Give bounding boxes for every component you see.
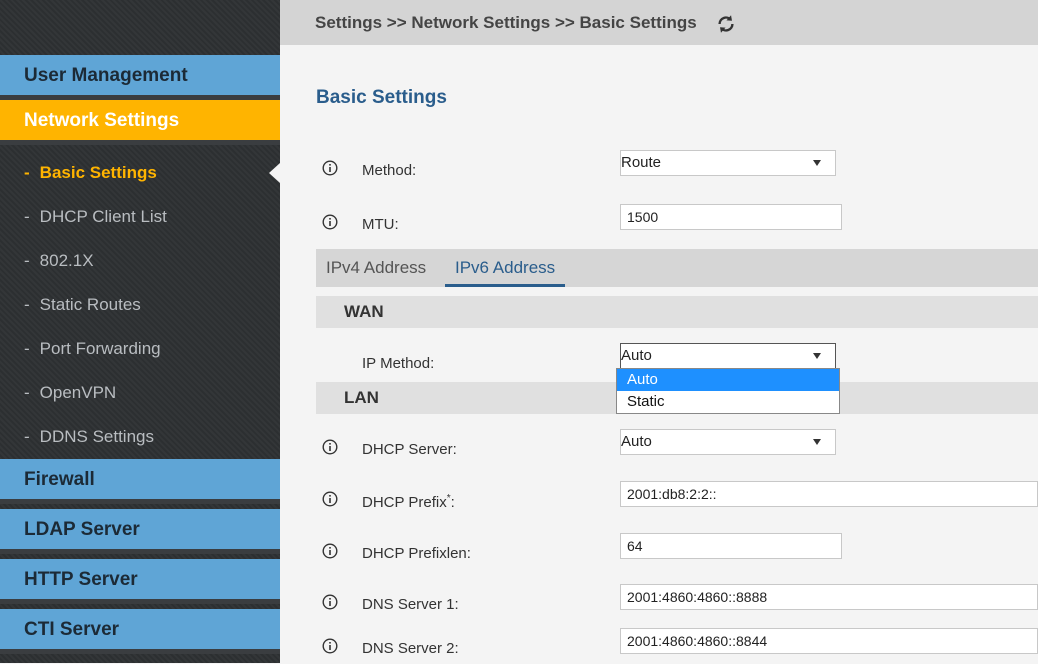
sidebar-item-http-server[interactable]: HTTP Server (0, 559, 280, 604)
ip-method-select[interactable]: Auto (620, 343, 836, 369)
dns-server-2-label: DNS Server 2: (362, 640, 459, 657)
dns-server-1-input[interactable] (620, 584, 1038, 610)
chevron-down-icon (813, 439, 821, 445)
sidebar: User Management Network Settings - Basic … (0, 0, 280, 663)
dhcp-server-value: Auto (621, 433, 652, 450)
sidebar-subitem-label: DDNS Settings (39, 427, 154, 446)
dhcp-prefixlen-input[interactable] (620, 533, 842, 559)
dns-server-1-label: DNS Server 1: (362, 596, 459, 613)
dash: - (24, 251, 30, 270)
dash: - (24, 295, 30, 314)
sidebar-subitem-openvpn[interactable]: - OpenVPN (0, 371, 280, 415)
info-icon[interactable] (322, 160, 338, 176)
chevron-down-icon (813, 160, 821, 166)
sidebar-subitem-label: Basic Settings (39, 163, 157, 182)
sidebar-subitem-ddns-settings[interactable]: - DDNS Settings (0, 415, 280, 459)
dhcp-prefix-input[interactable] (620, 481, 1038, 507)
dash: - (24, 427, 30, 446)
mtu-label: MTU: (362, 216, 399, 233)
tab-ipv4-address[interactable]: IPv4 Address (316, 249, 436, 287)
sidebar-subitem-static-routes[interactable]: - Static Routes (0, 283, 280, 327)
dhcp-prefixlen-row: DHCP Prefixlen: (280, 533, 1038, 569)
dash: - (24, 383, 30, 402)
sidebar-subitem-label: OpenVPN (39, 383, 117, 402)
info-icon[interactable] (322, 594, 338, 610)
sidebar-subitem-label: DHCP Client List (39, 207, 167, 226)
sidebar-subitem-label: Port Forwarding (39, 339, 161, 358)
dhcp-server-select[interactable]: Auto (620, 429, 836, 455)
info-icon[interactable] (322, 491, 338, 507)
dhcp-server-row: DHCP Server: Auto (280, 429, 1038, 465)
dhcp-server-label: DHCP Server: (362, 441, 457, 458)
dash: - (24, 207, 30, 226)
refresh-icon[interactable] (715, 13, 737, 35)
sidebar-subitem-label: 802.1X (39, 251, 94, 270)
dhcp-prefix-label: DHCP Prefix*: (362, 493, 455, 511)
dhcp-prefix-label-text: DHCP Prefix (362, 494, 447, 511)
address-tabs: IPv4 Address IPv6 Address (316, 249, 1038, 287)
method-row: Method: Route (280, 150, 1038, 186)
dash: - (24, 163, 30, 182)
tab-ipv6-address[interactable]: IPv6 Address (445, 249, 566, 287)
sidebar-item-cti-server[interactable]: CTI Server (0, 609, 280, 654)
sidebar-subitem-label: Static Routes (39, 295, 141, 314)
page-title: Basic Settings (316, 87, 447, 108)
info-icon[interactable] (322, 214, 338, 230)
dns-server-2-row: DNS Server 2: (280, 628, 1038, 664)
method-select[interactable]: Route (620, 150, 836, 176)
sidebar-subitem-port-forwarding[interactable]: - Port Forwarding (0, 327, 280, 371)
label-colon: : (450, 494, 455, 511)
dropdown-option-static[interactable]: Static (617, 391, 839, 413)
breadcrumb: Settings >> Network Settings >> Basic Se… (315, 13, 697, 32)
method-value: Route (621, 154, 662, 171)
sidebar-subitem-dhcp-client-list[interactable]: - DHCP Client List (0, 195, 280, 239)
mtu-input[interactable] (620, 204, 842, 230)
sidebar-item-user-management[interactable]: User Management (0, 55, 280, 100)
info-icon[interactable] (322, 543, 338, 559)
sidebar-subitem-basic-settings[interactable]: - Basic Settings (0, 151, 280, 195)
dhcp-prefixlen-label: DHCP Prefixlen: (362, 545, 471, 562)
dash: - (24, 339, 30, 358)
mtu-row: MTU: (280, 204, 1038, 240)
wan-section-header: WAN (316, 296, 1038, 328)
sidebar-item-network-settings[interactable]: Network Settings (0, 100, 280, 145)
active-caret-icon (269, 163, 280, 183)
main-content: Basic Settings Method: Route MTU: IPv4 A… (280, 45, 1038, 663)
ip-method-value: Auto (621, 347, 652, 364)
chevron-down-icon (813, 353, 821, 359)
dns-server-2-input[interactable] (620, 628, 1038, 654)
sidebar-item-firewall[interactable]: Firewall (0, 459, 280, 504)
ip-method-dropdown-list: Auto Static (616, 368, 840, 414)
method-label: Method: (362, 162, 417, 179)
sidebar-header (0, 0, 280, 55)
info-icon[interactable] (322, 638, 338, 654)
breadcrumb-bar: Settings >> Network Settings >> Basic Se… (280, 0, 1038, 45)
info-icon[interactable] (322, 439, 338, 455)
dns-server-1-row: DNS Server 1: (280, 584, 1038, 620)
dhcp-prefix-row: DHCP Prefix*: (280, 481, 1038, 517)
dropdown-option-auto[interactable]: Auto (617, 369, 839, 391)
sidebar-item-ldap-server[interactable]: LDAP Server (0, 509, 280, 554)
ip-method-label: IP Method: (362, 355, 435, 372)
sidebar-subitem-8021x[interactable]: -802.1X (0, 239, 280, 283)
